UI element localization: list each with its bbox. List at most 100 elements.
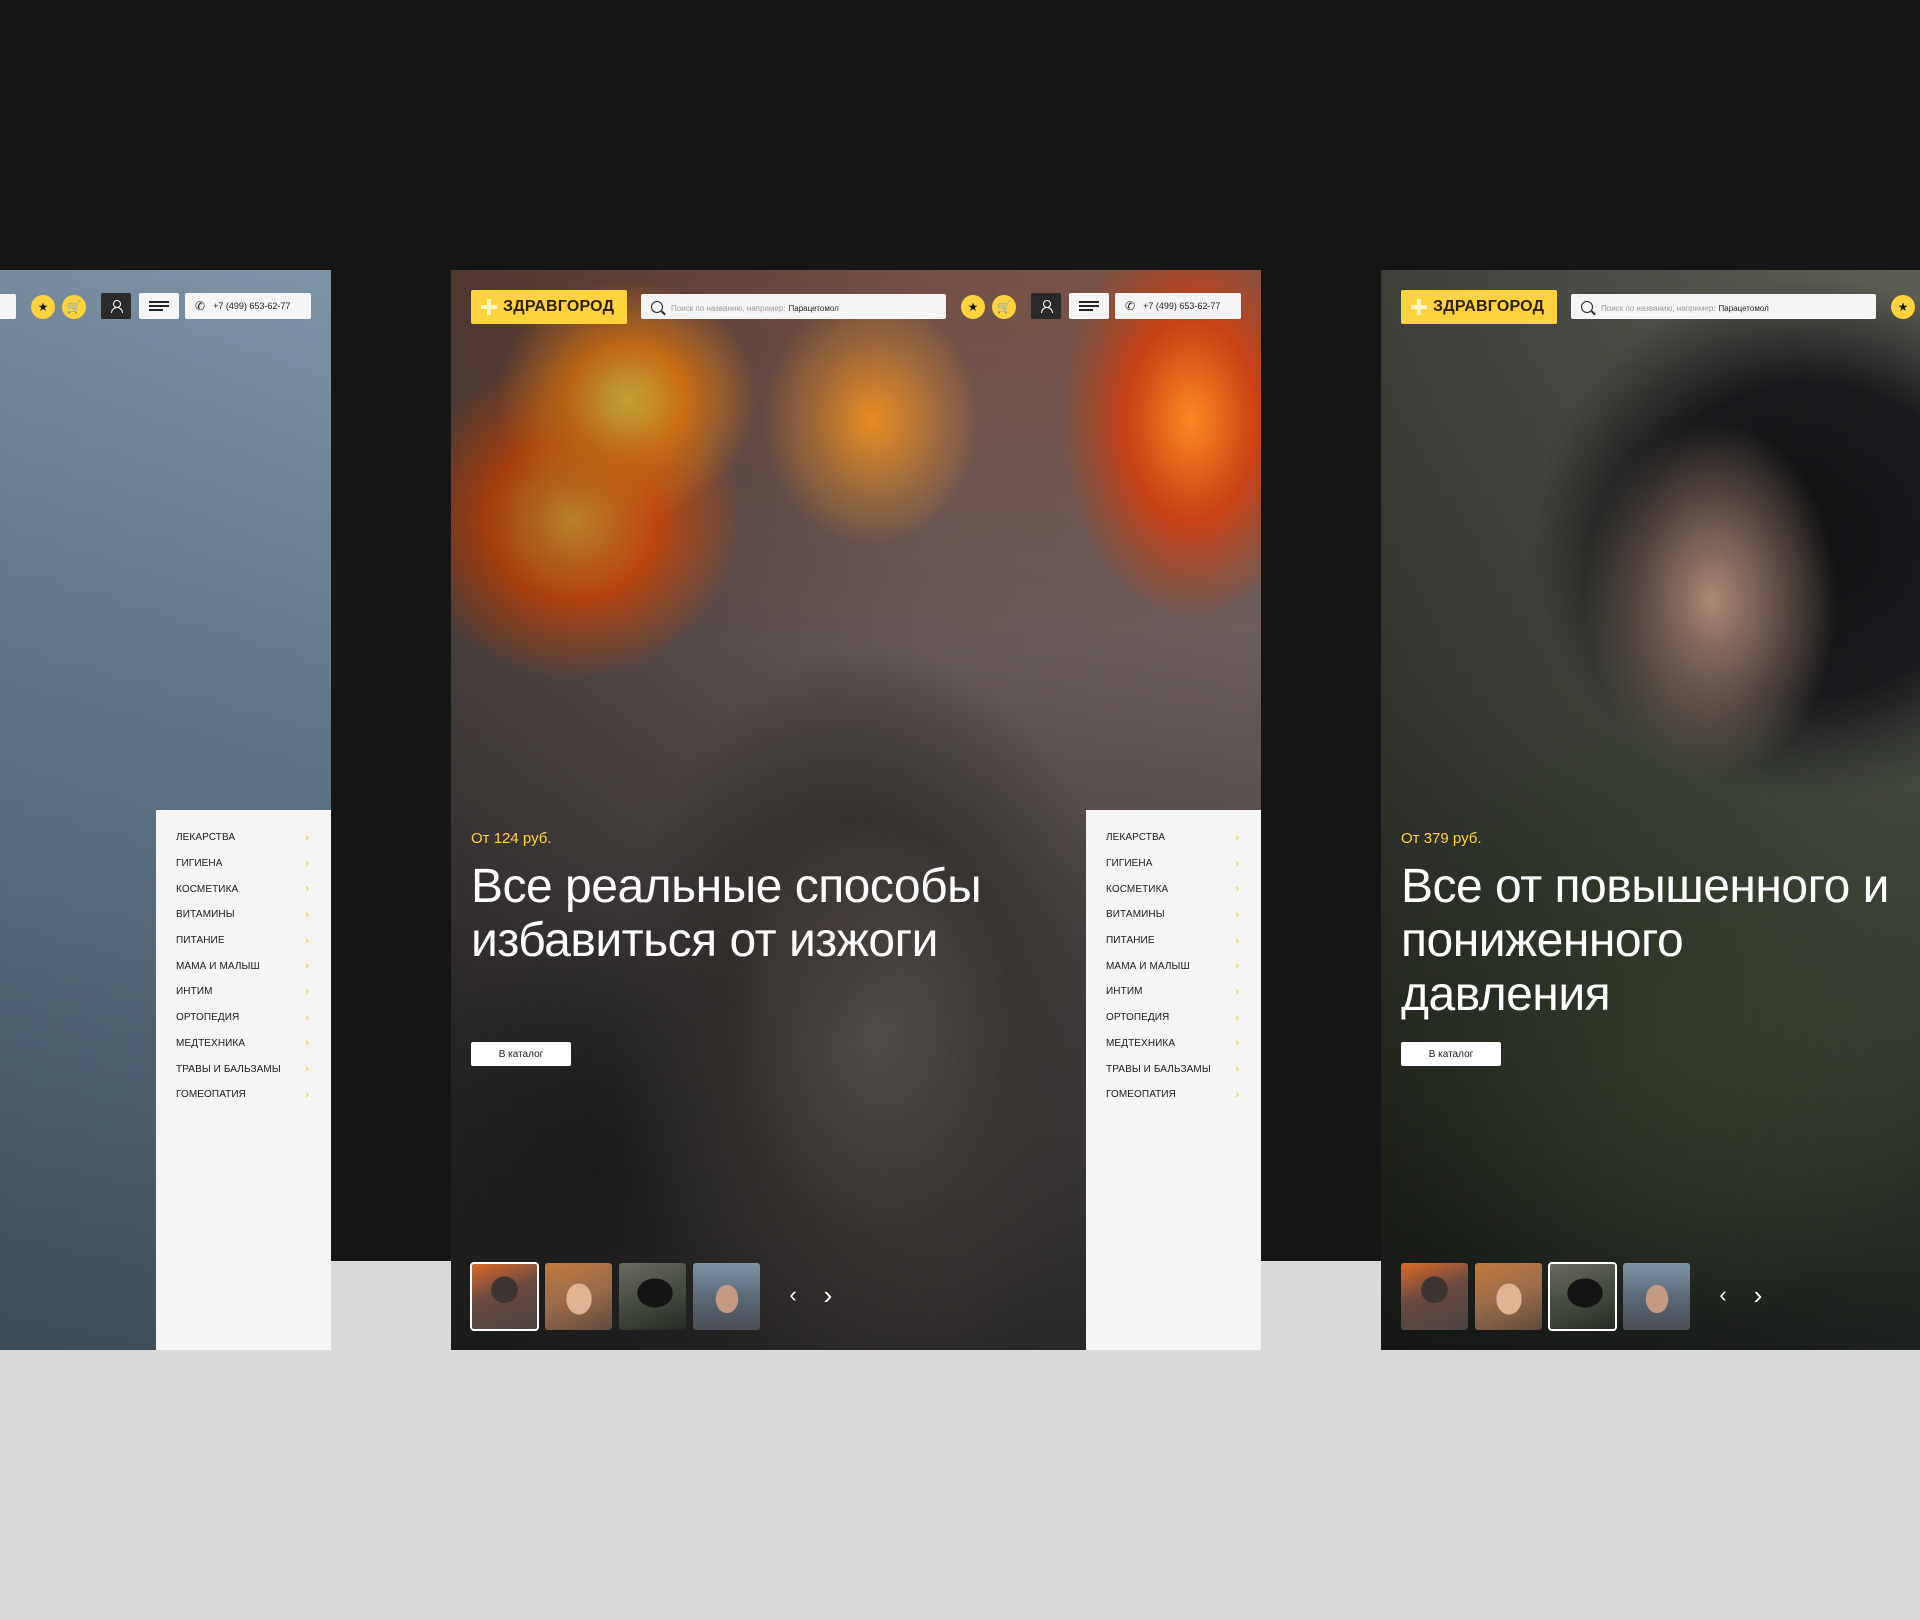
slide-thumbnail[interactable]	[470, 1262, 539, 1331]
slider-thumbnails	[1401, 1262, 1690, 1331]
slider-thumbnails	[470, 1262, 760, 1331]
search-icon	[1581, 300, 1593, 313]
search-input[interactable]: Поиск по названию, например:Парацетомол	[1571, 294, 1876, 319]
catalog-button[interactable]: В каталог	[1401, 1042, 1501, 1066]
chevron-right-icon: ›	[305, 934, 309, 947]
favorites-button[interactable]: ★	[31, 295, 55, 319]
slide-thumbnail[interactable]	[693, 1263, 760, 1330]
catalog-item[interactable]: ПИТАНИЕ ›	[156, 928, 331, 954]
cart-icon: 🛒	[66, 300, 82, 314]
slide-thumbnail[interactable]	[619, 1263, 686, 1330]
chevron-right-icon: ›	[305, 1037, 309, 1050]
catalog-item[interactable]: ИНТИМ ›	[1086, 979, 1261, 1005]
chevron-right-icon: ›	[1235, 857, 1239, 870]
slide-thumbnail[interactable]	[1475, 1263, 1542, 1330]
chevron-right-icon: ›	[305, 908, 309, 921]
chevron-right-icon: ›	[1235, 908, 1239, 921]
mockup-center: ЗДРАВГОРОД Поиск по названию, например: П…	[451, 270, 1261, 1350]
chevron-right-icon: ›	[305, 883, 309, 896]
chevron-right-icon: ›	[1235, 934, 1239, 947]
slide-thumbnail[interactable]	[1623, 1263, 1690, 1330]
chevron-right-icon: ›	[1235, 985, 1239, 998]
mockup-left: ЗДРАВГОРОД Поиск по названию, например:П…	[0, 270, 331, 1350]
cart-button[interactable]: 🛒	[62, 295, 86, 319]
chevron-right-icon: ›	[1235, 883, 1239, 896]
prev-arrow-icon[interactable]: ‹	[1713, 1278, 1733, 1312]
chevron-right-icon: ›	[1235, 1011, 1239, 1024]
mockup-right: ЗДРАВГОРОД Поиск по названию, например: П…	[1381, 270, 1920, 1350]
catalog-item[interactable]: ТРАВЫ И БАЛЬЗАМЫ ›	[1086, 1056, 1261, 1082]
hero-title: Все реальные способы избавиться от изжог…	[471, 860, 982, 967]
hamburger-menu-icon	[149, 301, 169, 311]
next-arrow-icon[interactable]: ›	[1748, 1278, 1768, 1312]
favorites-button[interactable]: ★	[961, 295, 985, 319]
chevron-right-icon: ›	[305, 960, 309, 973]
phone-icon: ✆	[1125, 299, 1136, 313]
phone-icon: ✆	[195, 299, 206, 313]
slide-thumbnail[interactable]	[1548, 1262, 1617, 1331]
slide-thumbnail[interactable]	[545, 1263, 612, 1330]
cross-icon	[1411, 299, 1427, 315]
chevron-right-icon: ›	[305, 831, 309, 844]
catalog-item[interactable]: ОРТОПЕДИЯ ›	[1086, 1005, 1261, 1031]
catalog-item[interactable]: МЕДТЕХНИКА ›	[156, 1031, 331, 1057]
catalog-item[interactable]: ОРТОПЕДИЯ ›	[156, 1005, 331, 1031]
account-button[interactable]	[1031, 293, 1061, 319]
menu-button[interactable]	[1069, 293, 1109, 319]
chevron-right-icon: ›	[305, 1011, 309, 1024]
chevron-right-icon: ›	[1235, 1088, 1239, 1101]
star-icon: ★	[967, 300, 979, 314]
catalog-item[interactable]: ЛЕКАРСТВА ›	[156, 825, 331, 851]
hero-title: Все от повышенного и пониженного давлени…	[1401, 860, 1889, 1021]
chevron-right-icon: ›	[1235, 1063, 1239, 1076]
chevron-right-icon: ›	[305, 1063, 309, 1076]
catalog-item[interactable]: МАМА И МАЛЫШ ›	[1086, 953, 1261, 979]
chevron-right-icon: ›	[1235, 960, 1239, 973]
prev-arrow-icon[interactable]: ‹	[783, 1278, 803, 1312]
catalog-item[interactable]: ТРАВЫ И БАЛЬЗАМЫ ›	[156, 1056, 331, 1082]
chevron-right-icon: ›	[1235, 831, 1239, 844]
catalog-item[interactable]: ГИГИЕНА ›	[156, 851, 331, 877]
catalog-button[interactable]: В каталог	[471, 1042, 571, 1066]
star-icon: ★	[37, 300, 49, 314]
search-icon	[651, 300, 663, 313]
catalog-item[interactable]: ПИТАНИЕ ›	[1086, 928, 1261, 954]
phone-button[interactable]: ✆ +7 (499) 653-62-77	[185, 293, 311, 319]
catalog-item[interactable]: КОСМЕТИКА ›	[156, 876, 331, 902]
catalog-item[interactable]: ВИТАМИНЫ ›	[156, 902, 331, 928]
user-icon	[110, 300, 123, 313]
user-icon	[1040, 300, 1053, 313]
next-arrow-icon[interactable]: ›	[818, 1278, 838, 1312]
account-button[interactable]	[101, 293, 131, 319]
price-label: От 124 руб.	[471, 830, 552, 847]
cart-icon: 🛒	[996, 300, 1012, 314]
catalog-menu: ЛЕКАРСТВА › ГИГИЕНА › КОСМЕТИКА › ВИТАМИНЫ ›…	[156, 810, 331, 1350]
star-icon: ★	[1897, 300, 1909, 314]
catalog-menu: ЛЕКАРСТВА › ГИГИЕНА › КОСМЕТИКА › ВИТАМИНЫ ›…	[1086, 810, 1261, 1350]
catalog-item[interactable]: ВИТАМИНЫ ›	[1086, 902, 1261, 928]
catalog-item[interactable]: ГОМЕОПАТИЯ ›	[1086, 1082, 1261, 1108]
search-input[interactable]: Поиск по названию, например:Парацетомол	[0, 294, 16, 319]
catalog-item[interactable]: МАМА И МАЛЫШ ›	[156, 953, 331, 979]
menu-button[interactable]	[139, 293, 179, 319]
catalog-item[interactable]: МЕДТЕХНИКА ›	[1086, 1031, 1261, 1057]
hamburger-menu-icon	[1079, 301, 1099, 311]
chevron-right-icon: ›	[305, 857, 309, 870]
chevron-right-icon: ›	[305, 1088, 309, 1101]
catalog-item[interactable]: ГОМЕОПАТИЯ ›	[156, 1082, 331, 1108]
logo[interactable]: ЗДРАВГОРОД	[1401, 290, 1557, 324]
favorites-button[interactable]: ★	[1891, 295, 1915, 319]
catalog-item[interactable]: ЛЕКАРСТВА ›	[1086, 825, 1261, 851]
search-input[interactable]: Поиск по названию, например:Парацетомол	[641, 294, 946, 319]
price-label: От 379 руб.	[1401, 830, 1482, 847]
catalog-item[interactable]: КОСМЕТИКА ›	[1086, 876, 1261, 902]
cross-icon	[481, 299, 497, 315]
catalog-item[interactable]: ИНТИМ ›	[156, 979, 331, 1005]
logo[interactable]: ЗДРАВГОРОД	[471, 290, 627, 324]
phone-button[interactable]: ✆ +7 (499) 653-62-77	[1115, 293, 1241, 319]
slide-thumbnail[interactable]	[1401, 1263, 1468, 1330]
chevron-right-icon: ›	[1235, 1037, 1239, 1050]
cart-button[interactable]: 🛒	[992, 295, 1016, 319]
chevron-right-icon: ›	[305, 985, 309, 998]
catalog-item[interactable]: ГИГИЕНА ›	[1086, 851, 1261, 877]
